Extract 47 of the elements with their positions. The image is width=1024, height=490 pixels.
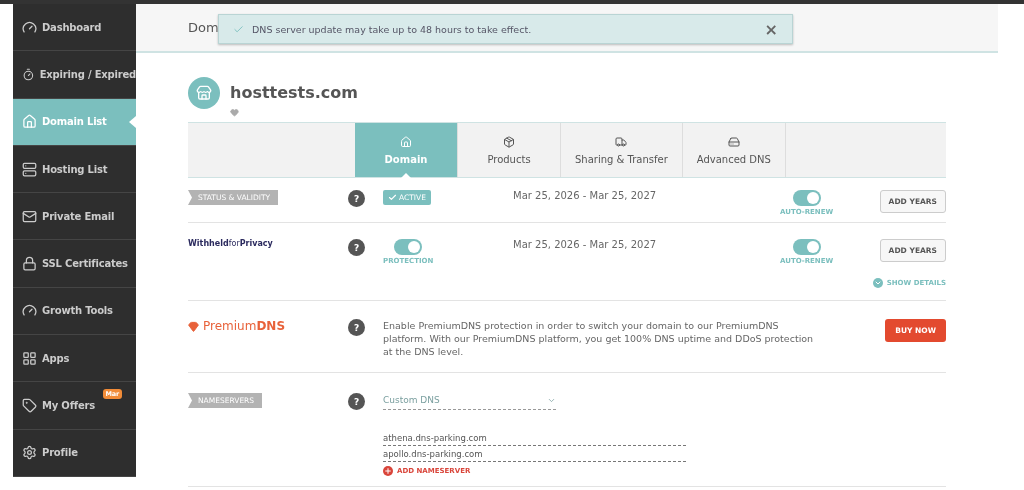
domain-name: hosttests.com [230,83,358,102]
sidebar-item[interactable]: Expiring / Expired [13,51,136,99]
page-title: Dom [188,20,219,35]
privacy-logo: WithheldforPrivacy [188,239,274,248]
apps-icon [22,350,37,366]
sidebar-item[interactable]: Growth Tools [13,287,136,336]
tab[interactable]: Advanced DNS [682,123,786,177]
drive-icon [727,135,740,148]
validity-dates: Mar 25, 2026 - Mar 25, 2027 [513,239,658,250]
selection-pointer [129,115,136,128]
sidebar-item[interactable]: SSL Certificates [13,240,136,288]
close-button[interactable]: × [764,19,778,39]
chevron-icon [872,278,883,288]
sidebar-item[interactable]: Profile [13,429,136,477]
tag-icon [22,398,37,413]
toggle-switch[interactable] [394,239,423,255]
help-icon[interactable]: ? [348,190,365,207]
sidebar-item[interactable]: Hosting List [13,145,136,194]
plus-icon [383,466,393,476]
tab[interactable]: Products [458,123,561,177]
mail-icon [22,208,37,224]
tab[interactable]: Sharing & Transfer [561,123,683,177]
validity-dates: Mar 25, 2026 - Mar 25, 2027 [513,190,658,201]
box-icon [503,135,515,148]
sidebar-item[interactable]: Private Email [13,193,136,241]
help-icon[interactable]: ? [348,393,365,410]
home-icon [22,114,37,130]
truck-icon [615,135,628,148]
timer-icon [22,66,35,82]
help-icon[interactable]: ? [348,319,365,336]
home-icon [400,135,412,148]
toast-message: DNS server update may take up to 48 hours to take effect. [252,23,532,35]
server-icon [22,161,37,177]
toggle-switch[interactable] [792,239,821,255]
settings-icon [22,445,37,461]
store-icon [188,77,220,109]
lock-icon [22,256,37,272]
nameserver-field[interactable]: athena.dns-parking.com [383,430,686,446]
heart-icon[interactable] [230,108,239,117]
premium-dns-logo: PremiumDNS [188,319,343,333]
check-icon [233,23,244,35]
help-icon[interactable]: ? [348,239,365,256]
gauge-icon [22,19,37,35]
premium-description: Enable PremiumDNS protection in order to switch your domain to our PremiumDNS platform. With our PremiumDNS platform, you get 100% DNS uptime and DDoS protection at the DNS level. [383,319,815,358]
nameserver-field[interactable]: apollo.dns-parking.com [383,446,686,462]
sidebar-item[interactable]: Apps [13,335,136,383]
toggle-switch[interactable] [792,190,821,206]
